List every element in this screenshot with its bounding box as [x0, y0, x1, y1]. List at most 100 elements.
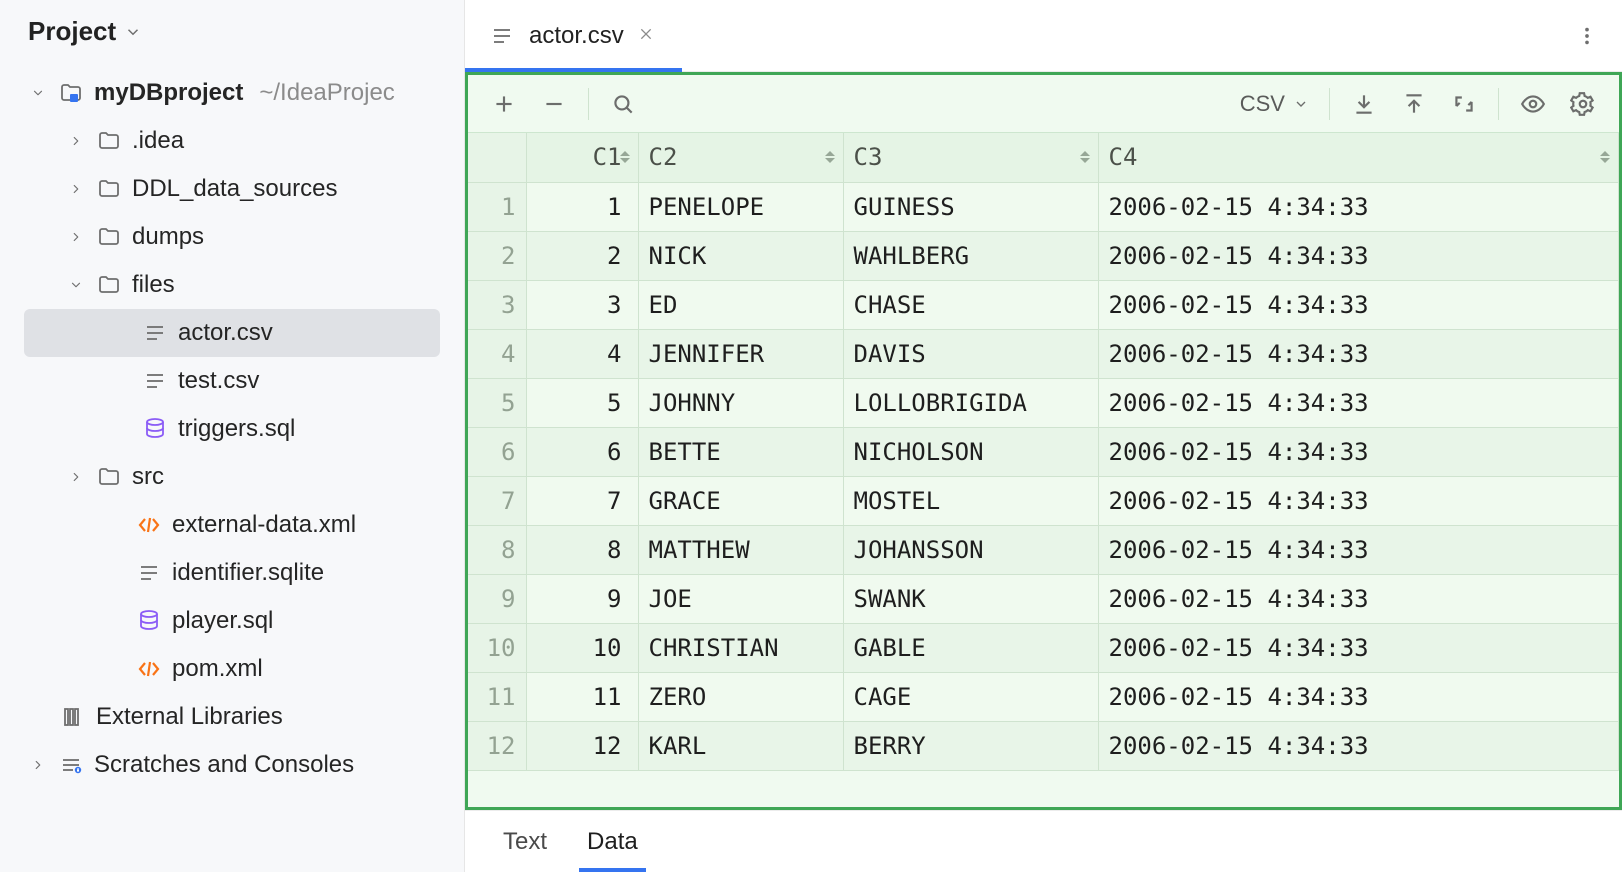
cell-c2[interactable]: MATTHEW: [638, 525, 843, 574]
cell-c3[interactable]: CHASE: [843, 280, 1098, 329]
sort-icon[interactable]: [825, 151, 835, 163]
remove-row-button[interactable]: [532, 82, 576, 126]
table-row[interactable]: 66BETTENICHOLSON2006-02-15 4:34:33: [468, 427, 1619, 476]
cell-c4[interactable]: 2006-02-15 4:34:33: [1098, 329, 1619, 378]
cell-c2[interactable]: ED: [638, 280, 843, 329]
cell-c2[interactable]: CHRISTIAN: [638, 623, 843, 672]
tree-node-player[interactable]: player.sql: [0, 597, 464, 645]
cell-c2[interactable]: JOHNNY: [638, 378, 843, 427]
sort-icon[interactable]: [620, 151, 630, 163]
row-number[interactable]: 5: [468, 378, 526, 427]
chevron-down-icon[interactable]: [66, 275, 86, 295]
cell-c1[interactable]: 7: [526, 476, 638, 525]
cell-c3[interactable]: GABLE: [843, 623, 1098, 672]
editor-tab-actor[interactable]: actor.csv: [465, 0, 682, 71]
tree-node-test[interactable]: test.csv: [0, 357, 464, 405]
format-dropdown[interactable]: CSV: [1232, 91, 1317, 117]
row-number[interactable]: 9: [468, 574, 526, 623]
cell-c1[interactable]: 11: [526, 672, 638, 721]
chevron-right-icon[interactable]: [66, 227, 86, 247]
cell-c3[interactable]: WAHLBERG: [843, 231, 1098, 280]
table-row[interactable]: 99JOESWANK2006-02-15 4:34:33: [468, 574, 1619, 623]
view-button[interactable]: [1511, 82, 1555, 126]
cell-c4[interactable]: 2006-02-15 4:34:33: [1098, 623, 1619, 672]
cell-c1[interactable]: 10: [526, 623, 638, 672]
import-button[interactable]: [1342, 82, 1386, 126]
tree-node-files[interactable]: files: [0, 261, 464, 309]
column-header-c2[interactable]: C2: [638, 133, 843, 182]
cell-c4[interactable]: 2006-02-15 4:34:33: [1098, 378, 1619, 427]
cell-c2[interactable]: NICK: [638, 231, 843, 280]
cell-c3[interactable]: NICHOLSON: [843, 427, 1098, 476]
cell-c4[interactable]: 2006-02-15 4:34:33: [1098, 231, 1619, 280]
bottom-tab-text[interactable]: Text: [499, 811, 551, 872]
data-grid[interactable]: C1 C2 C3 C4 11PENELOPEGUINESS2006-02-15 …: [468, 133, 1619, 807]
table-row[interactable]: 1111ZEROCAGE2006-02-15 4:34:33: [468, 672, 1619, 721]
table-row[interactable]: 55JOHNNYLOLLOBRIGIDA2006-02-15 4:34:33: [468, 378, 1619, 427]
cell-c4[interactable]: 2006-02-15 4:34:33: [1098, 721, 1619, 770]
cell-c2[interactable]: GRACE: [638, 476, 843, 525]
table-row[interactable]: 44JENNIFERDAVIS2006-02-15 4:34:33: [468, 329, 1619, 378]
table-row[interactable]: 33EDCHASE2006-02-15 4:34:33: [468, 280, 1619, 329]
column-header-c3[interactable]: C3: [843, 133, 1098, 182]
cell-c4[interactable]: 2006-02-15 4:34:33: [1098, 182, 1619, 231]
chevron-right-icon[interactable]: [66, 467, 86, 487]
row-number[interactable]: 8: [468, 525, 526, 574]
tree-node-external-libs[interactable]: External Libraries: [0, 693, 464, 741]
tab-more-button[interactable]: [1552, 0, 1622, 71]
cell-c1[interactable]: 4: [526, 329, 638, 378]
cell-c1[interactable]: 6: [526, 427, 638, 476]
cell-c3[interactable]: CAGE: [843, 672, 1098, 721]
tree-node-identifier[interactable]: identifier.sqlite: [0, 549, 464, 597]
cell-c1[interactable]: 2: [526, 231, 638, 280]
row-number[interactable]: 7: [468, 476, 526, 525]
sort-icon[interactable]: [1600, 151, 1610, 163]
cell-c1[interactable]: 3: [526, 280, 638, 329]
chevron-right-icon[interactable]: [66, 131, 86, 151]
cell-c4[interactable]: 2006-02-15 4:34:33: [1098, 427, 1619, 476]
tree-node-dumps[interactable]: dumps: [0, 213, 464, 261]
cell-c1[interactable]: 5: [526, 378, 638, 427]
cell-c4[interactable]: 2006-02-15 4:34:33: [1098, 525, 1619, 574]
cell-c2[interactable]: KARL: [638, 721, 843, 770]
tree-node-src[interactable]: src: [0, 453, 464, 501]
cell-c3[interactable]: GUINESS: [843, 182, 1098, 231]
tree-node-triggers[interactable]: triggers.sql: [0, 405, 464, 453]
row-number[interactable]: 1: [468, 182, 526, 231]
row-number[interactable]: 12: [468, 721, 526, 770]
table-row[interactable]: 77GRACEMOSTEL2006-02-15 4:34:33: [468, 476, 1619, 525]
transpose-button[interactable]: [1442, 82, 1486, 126]
tree-node-root[interactable]: myDBproject ~/IdeaProjec: [0, 69, 464, 117]
row-number[interactable]: 2: [468, 231, 526, 280]
cell-c3[interactable]: BERRY: [843, 721, 1098, 770]
close-icon[interactable]: [638, 26, 658, 46]
settings-button[interactable]: [1561, 82, 1605, 126]
tree-node-ddl[interactable]: DDL_data_sources: [0, 165, 464, 213]
search-button[interactable]: [601, 82, 645, 126]
column-header-c1[interactable]: C1: [526, 133, 638, 182]
table-row[interactable]: 88MATTHEWJOHANSSON2006-02-15 4:34:33: [468, 525, 1619, 574]
tree-node-actor[interactable]: actor.csv: [24, 309, 440, 357]
sort-icon[interactable]: [1080, 151, 1090, 163]
column-header-c4[interactable]: C4: [1098, 133, 1619, 182]
tree-node-scratches[interactable]: Scratches and Consoles: [0, 741, 464, 789]
row-number[interactable]: 6: [468, 427, 526, 476]
table-row[interactable]: 22NICKWAHLBERG2006-02-15 4:34:33: [468, 231, 1619, 280]
cell-c1[interactable]: 1: [526, 182, 638, 231]
cell-c4[interactable]: 2006-02-15 4:34:33: [1098, 672, 1619, 721]
cell-c1[interactable]: 9: [526, 574, 638, 623]
tree-node-idea[interactable]: .idea: [0, 117, 464, 165]
export-button[interactable]: [1392, 82, 1436, 126]
cell-c3[interactable]: SWANK: [843, 574, 1098, 623]
row-header-corner[interactable]: [468, 133, 526, 182]
cell-c3[interactable]: LOLLOBRIGIDA: [843, 378, 1098, 427]
project-header[interactable]: Project: [0, 0, 464, 65]
cell-c1[interactable]: 8: [526, 525, 638, 574]
cell-c1[interactable]: 12: [526, 721, 638, 770]
tree-node-external-xml[interactable]: external-data.xml: [0, 501, 464, 549]
cell-c4[interactable]: 2006-02-15 4:34:33: [1098, 476, 1619, 525]
chevron-right-icon[interactable]: [66, 179, 86, 199]
row-number[interactable]: 10: [468, 623, 526, 672]
cell-c2[interactable]: PENELOPE: [638, 182, 843, 231]
table-row[interactable]: 1010CHRISTIANGABLE2006-02-15 4:34:33: [468, 623, 1619, 672]
